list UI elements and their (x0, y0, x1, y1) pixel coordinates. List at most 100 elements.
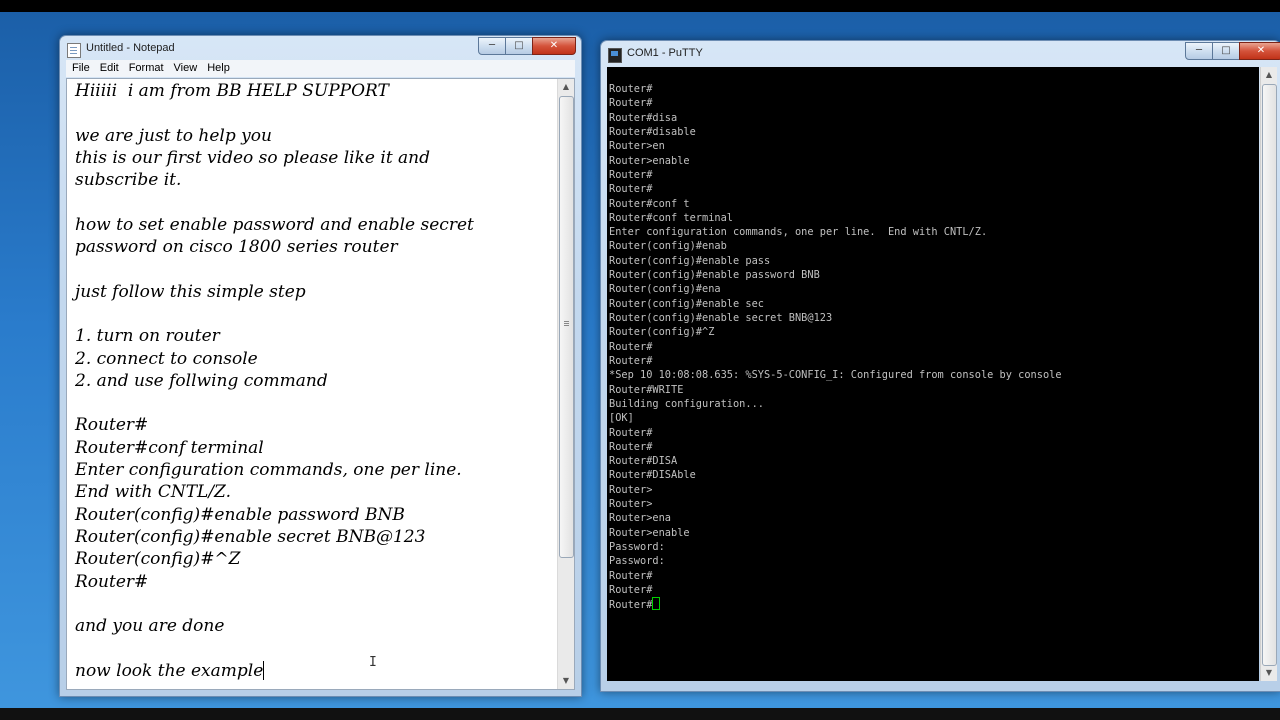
terminal-line: Router# (609, 583, 1062, 597)
notepad-line-text: how to set enable password and enable se… (75, 214, 474, 235)
terminal-line-text: Router>en (609, 140, 665, 153)
terminal-line: Router(config)#enable secret BNB@123 (609, 311, 1062, 325)
terminal-line-text: Router(config)#enable secret BNB@123 (609, 312, 833, 324)
notepad-caption-buttons: ─ □ ✕ (478, 37, 576, 55)
terminal-line-text: Router#DISAble (609, 469, 696, 482)
notepad-line-text: this is our first video so please like i… (75, 147, 431, 168)
notepad-line: Enter configuration commands, one per li… (75, 459, 555, 481)
terminal-line: Building configuration... (609, 397, 1062, 411)
terminal-line-text: Router# (609, 183, 653, 196)
notepad-line-text (75, 594, 80, 614)
terminal-line: Router(config)#ena (609, 282, 1062, 296)
menu-file[interactable]: File (66, 60, 94, 74)
terminal-line: Router(config)#enable sec (609, 297, 1062, 311)
notepad-line: and you are done (75, 615, 555, 637)
terminal-line-text: Router# (609, 440, 653, 453)
terminal-line: Router#DISA (609, 454, 1062, 468)
notepad-line-text: we are just to help you (75, 125, 272, 146)
notepad-titlebar[interactable]: Untitled - Notepad ─ □ ✕ (60, 36, 581, 62)
terminal-line: Router# (609, 182, 1062, 196)
notepad-line-text (75, 192, 80, 212)
notepad-line-text: 2. and use follwing command (75, 370, 328, 391)
terminal-line: Password: (609, 554, 1062, 568)
terminal-line-text: Router#WRITE (609, 383, 684, 396)
menu-view[interactable]: View (168, 60, 202, 74)
terminal-line-text: *Sep 10 10:08:08.635: %SYS-5-CONFIG_I: C… (609, 369, 1062, 382)
terminal-line-text: Router>enable (609, 526, 690, 539)
notepad-scroll-thumb[interactable] (559, 96, 574, 558)
notepad-line-text (75, 393, 80, 413)
terminal-line-text: Router# (609, 354, 653, 367)
putty-minimize-button[interactable]: ─ (1185, 42, 1213, 60)
notepad-line (75, 258, 555, 280)
notepad-line: password on cisco 1800 series router (75, 236, 555, 258)
notepad-cursor-icon (263, 660, 265, 680)
putty-window[interactable]: COM1 - PuTTY ─ □ ✕ Router# Router# Router#… (600, 40, 1280, 692)
terminal-vertical-scrollbar[interactable]: ▲ ▼ (1260, 67, 1277, 681)
scroll-down-arrow-icon[interactable]: ▼ (558, 673, 574, 689)
notepad-line: Router(config)#^Z (75, 548, 555, 570)
notepad-close-button[interactable]: ✕ (532, 37, 576, 55)
minimize-icon: ─ (488, 40, 496, 51)
notepad-menubar: File Edit Format View Help (66, 60, 575, 77)
notepad-line-text: Router# (75, 415, 149, 436)
notepad-line (75, 637, 555, 659)
terminal-line: Router>en (609, 139, 1062, 153)
terminal-line-text: Router(config)#enable pass (609, 254, 771, 267)
menu-edit[interactable]: Edit (94, 60, 123, 74)
notepad-line-text: 2. connect to console (75, 348, 258, 369)
notepad-line: now look the example (75, 660, 555, 682)
scroll-down-arrow-icon[interactable]: ▼ (1261, 665, 1277, 681)
notepad-minimize-button[interactable]: ─ (478, 37, 506, 55)
terminal-output: Router# Router# Router#disa Router#disable R… (609, 82, 1062, 613)
scroll-up-arrow-icon[interactable]: ▲ (1261, 67, 1277, 83)
notepad-line (75, 102, 555, 124)
terminal-line: Password: (609, 540, 1062, 554)
terminal-line: [OK] (609, 411, 1062, 425)
notepad-icon (67, 43, 81, 58)
terminal-line-text: Router# (609, 569, 653, 582)
terminal-line-text: Router(config)#enable sec (609, 297, 764, 310)
terminal-line-text: Enter configuration commands, one per li… (609, 226, 988, 239)
terminal-line: Router# (609, 82, 1062, 96)
terminal-line-text: Router(config)#^Z (609, 326, 715, 339)
terminal-line-text: Router#DISA (609, 455, 678, 468)
terminal-cursor-icon (652, 597, 661, 611)
terminal-line: Router#disa (609, 111, 1062, 125)
terminal-scroll-thumb[interactable] (1262, 84, 1277, 666)
terminal-line-text: Router# (609, 168, 653, 181)
notepad-text-area[interactable]: Hiiiii i am from BB HELP SUPPORT we are … (66, 78, 575, 690)
terminal-line-text: Router# (609, 97, 653, 110)
notepad-line-text (75, 103, 80, 123)
terminal-line-text: Router(config)#ena (609, 283, 721, 296)
notepad-maximize-button[interactable]: □ (505, 37, 533, 55)
notepad-window[interactable]: Untitled - Notepad ─ □ ✕ File Edit Format V… (59, 35, 582, 697)
terminal-screen[interactable]: Router# Router# Router#disa Router#disable R… (607, 67, 1259, 681)
terminal-line-text: Router>enable (609, 154, 690, 167)
notepad-line: how to set enable password and enable se… (75, 214, 555, 236)
close-icon: ✕ (549, 40, 559, 51)
terminal-line: Router# (609, 340, 1062, 354)
notepad-vertical-scrollbar[interactable]: ▲ ▼ (557, 79, 574, 689)
notepad-line (75, 191, 555, 213)
notepad-line: this is our first video so please like i… (75, 147, 555, 169)
terminal-line: Router# (609, 168, 1062, 182)
terminal-line-text: Router(config)#enab (609, 240, 727, 253)
notepad-line: we are just to help you (75, 125, 555, 147)
close-icon: ✕ (1256, 45, 1266, 56)
putty-titlebar[interactable]: COM1 - PuTTY ─ □ ✕ (601, 41, 1280, 67)
menu-format[interactable]: Format (123, 60, 168, 74)
notepad-line-text: Router(config)#^Z (75, 549, 241, 570)
notepad-line-text: Enter configuration commands, one per li… (75, 460, 462, 481)
terminal-line-text: Building configuration... (609, 397, 764, 410)
mouse-ibeam-icon: I (369, 655, 377, 670)
terminal-line: *Sep 10 10:08:08.635: %SYS-5-CONFIG_I: C… (609, 368, 1062, 382)
notepad-line (75, 303, 555, 325)
terminal-line: Router# (609, 426, 1062, 440)
putty-maximize-button[interactable]: □ (1212, 42, 1240, 60)
terminal-line: Router#conf t (609, 197, 1062, 211)
terminal-line: Router(config)#enable password BNB (609, 268, 1062, 282)
putty-close-button[interactable]: ✕ (1239, 42, 1280, 60)
scroll-up-arrow-icon[interactable]: ▲ (558, 79, 574, 95)
menu-help[interactable]: Help (201, 60, 234, 74)
